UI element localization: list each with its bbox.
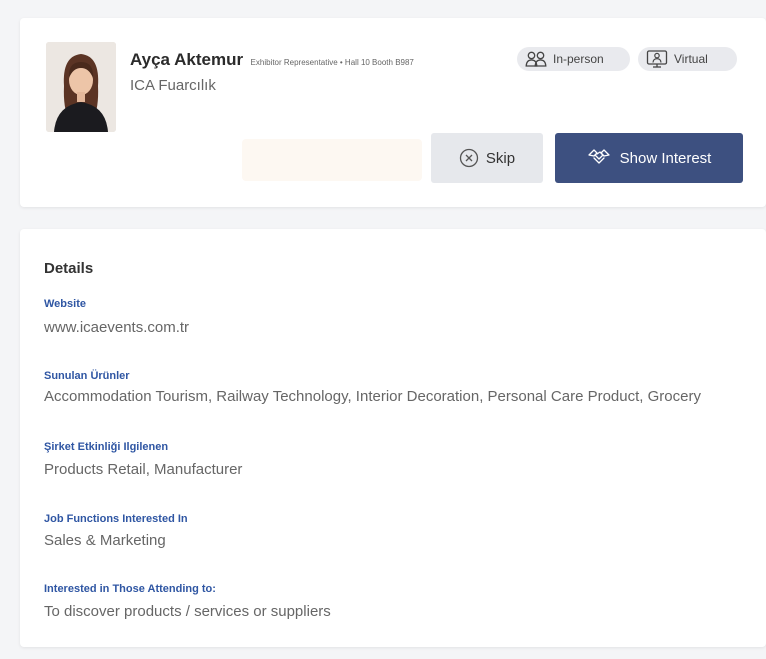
placeholder-area — [242, 139, 422, 181]
attendee-role: Exhibitor Representative • Hall 10 Booth… — [250, 58, 414, 67]
company-name: ICA Fuarcılık — [130, 77, 216, 94]
avatar-photo — [46, 42, 116, 132]
monitor-person-icon — [646, 50, 668, 68]
virtual-label: Virtual — [674, 52, 708, 66]
company-activity-value: Products Retail, Manufacturer — [44, 461, 243, 478]
job-functions-value: Sales & Marketing — [44, 532, 166, 549]
details-card: Details Website www.icaevents.com.tr Sun… — [20, 229, 766, 647]
handshake-icon — [587, 149, 610, 164]
interested-in-label: Interested in Those Attending to: — [44, 583, 216, 595]
interested-in-value: To discover products / services or suppl… — [44, 603, 331, 620]
attendee-card: Ayça Aktemur Exhibitor Representative • … — [20, 18, 766, 207]
show-interest-button[interactable]: Show Interest — [555, 133, 743, 183]
in-person-badge: In-person — [517, 47, 630, 71]
virtual-badge: Virtual — [638, 47, 737, 71]
products-value: Accommodation Tourism, Railway Technolog… — [44, 388, 701, 405]
skip-label: Skip — [485, 149, 516, 167]
company-activity-label: Şirket Etkinliği Ilgilenen — [44, 441, 169, 453]
website-value[interactable]: www.icaevents.com.tr — [44, 318, 734, 338]
website-label: Website — [44, 298, 86, 310]
skip-button[interactable]: Skip — [431, 133, 543, 183]
details-title: Details — [44, 260, 94, 277]
close-circle-icon — [459, 148, 479, 168]
show-interest-label: Show Interest — [619, 149, 712, 167]
in-person-label: In-person — [553, 52, 604, 66]
avatar — [46, 42, 116, 132]
name-line: Ayça Aktemur Exhibitor Representative • … — [130, 50, 414, 70]
two-people-icon — [525, 51, 547, 67]
job-functions-label: Job Functions Interested In — [44, 513, 188, 525]
products-label: Sunulan Ürünler — [44, 370, 130, 382]
attendee-name: Ayça Aktemur — [130, 50, 244, 69]
